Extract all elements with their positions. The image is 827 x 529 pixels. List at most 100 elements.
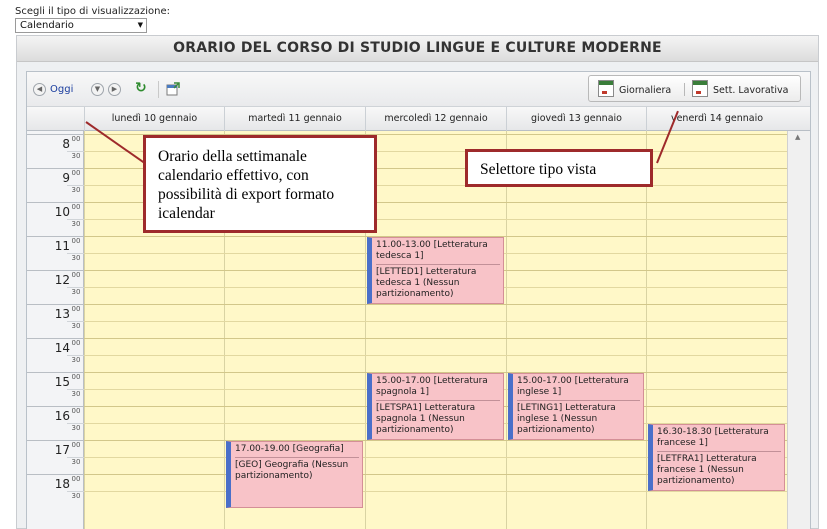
grid-half-hour-line [84,491,787,492]
half-hour-divider [67,321,84,322]
grid-half-hour-line [84,355,787,356]
view-type-select[interactable]: Calendario ▼ [15,18,147,33]
hour-label: 11 [54,239,70,253]
hour-divider [27,270,84,271]
minute-label: 30 [71,254,81,262]
hour-divider [27,202,84,203]
chevron-left-icon[interactable]: ◀ [33,83,46,96]
hour-divider [27,134,84,135]
view-type-label: Scegli il tipo di visualizzazione: [15,6,171,17]
calendar-event[interactable]: 15.00-17.00 [Letteratura spagnola 1] [LET… [367,373,504,440]
half-hour-divider [67,219,84,220]
calendar-event[interactable]: 15.00-17.00 [Letteratura inglese 1] [LETI… [508,373,644,440]
chevron-down-icon: ▼ [137,21,143,29]
event-title: 17.00-19.00 [Geografia] [235,444,359,458]
hour-divider [27,338,84,339]
calendar-event[interactable]: 11.00-13.00 [Letteratura tedesca 1] [LETT… [367,237,504,304]
annotation-view-note: Selettore tipo vista [465,149,653,187]
event-description: [GEO] Geografia (Nessun partizionamento) [235,460,349,481]
view-divider [684,83,685,96]
event-title: 15.00-17.00 [Letteratura inglese 1] [517,376,640,401]
hour-label: 13 [54,307,70,321]
minute-label: 30 [71,356,81,364]
scroll-up-icon[interactable]: ▲ [795,133,800,141]
hour-label: 15 [54,375,70,389]
half-hour-divider [67,491,84,492]
refresh-icon[interactable]: ↻ [135,80,147,96]
day-header-row: lunedì 10 gennaio martedì 11 gennaio mer… [27,107,810,131]
minute-label: 00 [71,169,81,177]
minute-label: 30 [71,458,81,466]
minute-label: 00 [71,441,81,449]
today-button[interactable]: Oggi [50,84,73,95]
half-hour-divider [67,423,84,424]
day-column-wednesday[interactable] [365,131,506,529]
day-header-tuesday: martedì 11 gennaio [224,107,365,131]
minute-label: 00 [71,407,81,415]
toolbar-divider [158,81,159,98]
half-hour-divider [67,389,84,390]
export-ical-icon[interactable] [166,82,180,96]
minute-label: 00 [71,135,81,143]
hour-divider [27,304,84,305]
chevron-down-icon[interactable]: ▼ [91,83,104,96]
half-hour-divider [67,457,84,458]
half-hour-divider [67,355,84,356]
time-column: 8 00 30 9 00 30 10 00 30 11 00 30 12 00 30 13 00 30 14 00 30… [27,131,84,529]
hour-label: 14 [54,341,70,355]
vertical-scrollbar[interactable]: ▲ [787,131,810,529]
calendar-event[interactable]: 17.00-19.00 [Geografia] [GEO] Geografia (… [226,441,363,508]
minute-label: 30 [71,186,81,194]
event-description: [LETTED1] Letteratura tedesca 1 (Nessun … [376,267,477,299]
day-header-monday: lunedì 10 gennaio [84,107,224,131]
daily-view-icon[interactable] [598,80,614,97]
schedule-panel: ORARIO DEL CORSO DI STUDIO LINGUE E CULT… [16,35,819,529]
grid-hour-line [84,338,787,339]
daily-view-button[interactable]: Giornaliera [619,85,671,96]
hour-label: 17 [54,443,70,457]
chevron-right-icon[interactable]: ▶ [108,83,121,96]
minute-label: 00 [71,203,81,211]
hour-label: 12 [54,273,70,287]
minute-label: 30 [71,390,81,398]
minute-label: 00 [71,305,81,313]
annotation-calendar-note: Orario della settimanale calendario effe… [143,135,377,233]
hour-label: 8 [62,137,70,151]
event-title: 11.00-13.00 [Letteratura tedesca 1] [376,240,500,265]
grid-half-hour-line [84,321,787,322]
hour-divider [27,236,84,237]
hour-divider [27,372,84,373]
calendar-event[interactable]: 16.30-18.30 [Letteratura francese 1] [LET… [648,424,785,491]
event-title: 15.00-17.00 [Letteratura spagnola 1] [376,376,500,401]
minute-label: 30 [71,492,81,500]
minute-label: 30 [71,322,81,330]
hour-label: 10 [54,205,70,219]
workweek-view-button[interactable]: Sett. Lavorativa [713,85,788,96]
day-header-friday: venerdì 14 gennaio [646,107,787,131]
minute-label: 00 [71,237,81,245]
minute-label: 30 [71,424,81,432]
hour-divider [27,474,84,475]
minute-label: 00 [71,339,81,347]
hour-divider [27,406,84,407]
minute-label: 30 [71,288,81,296]
minute-label: 30 [71,220,81,228]
workweek-view-icon[interactable] [692,80,708,97]
hour-label: 18 [54,477,70,491]
grid-hour-line [84,304,787,305]
event-description: [LETFRA1] Letteratura francese 1 (Nessun… [657,454,757,486]
minute-label: 00 [71,271,81,279]
half-hour-divider [67,287,84,288]
hour-divider [27,440,84,441]
minute-label: 30 [71,152,81,160]
calendar-toolbar: ◀ Oggi ▼ ▶ ↻ Giornaliera Sett. Lavorativ… [27,72,810,107]
event-description: [LETSPA1] Letteratura spagnola 1 (Nessun… [376,403,476,435]
day-header-thursday: giovedì 13 gennaio [506,107,646,131]
minute-label: 00 [71,475,81,483]
half-hour-divider [67,253,84,254]
half-hour-divider [67,151,84,152]
day-column-thursday[interactable] [506,131,646,529]
event-title: 16.30-18.30 [Letteratura francese 1] [657,427,781,452]
view-type-switcher: Giornaliera Sett. Lavorativa [588,75,801,102]
hour-label: 9 [62,171,70,185]
